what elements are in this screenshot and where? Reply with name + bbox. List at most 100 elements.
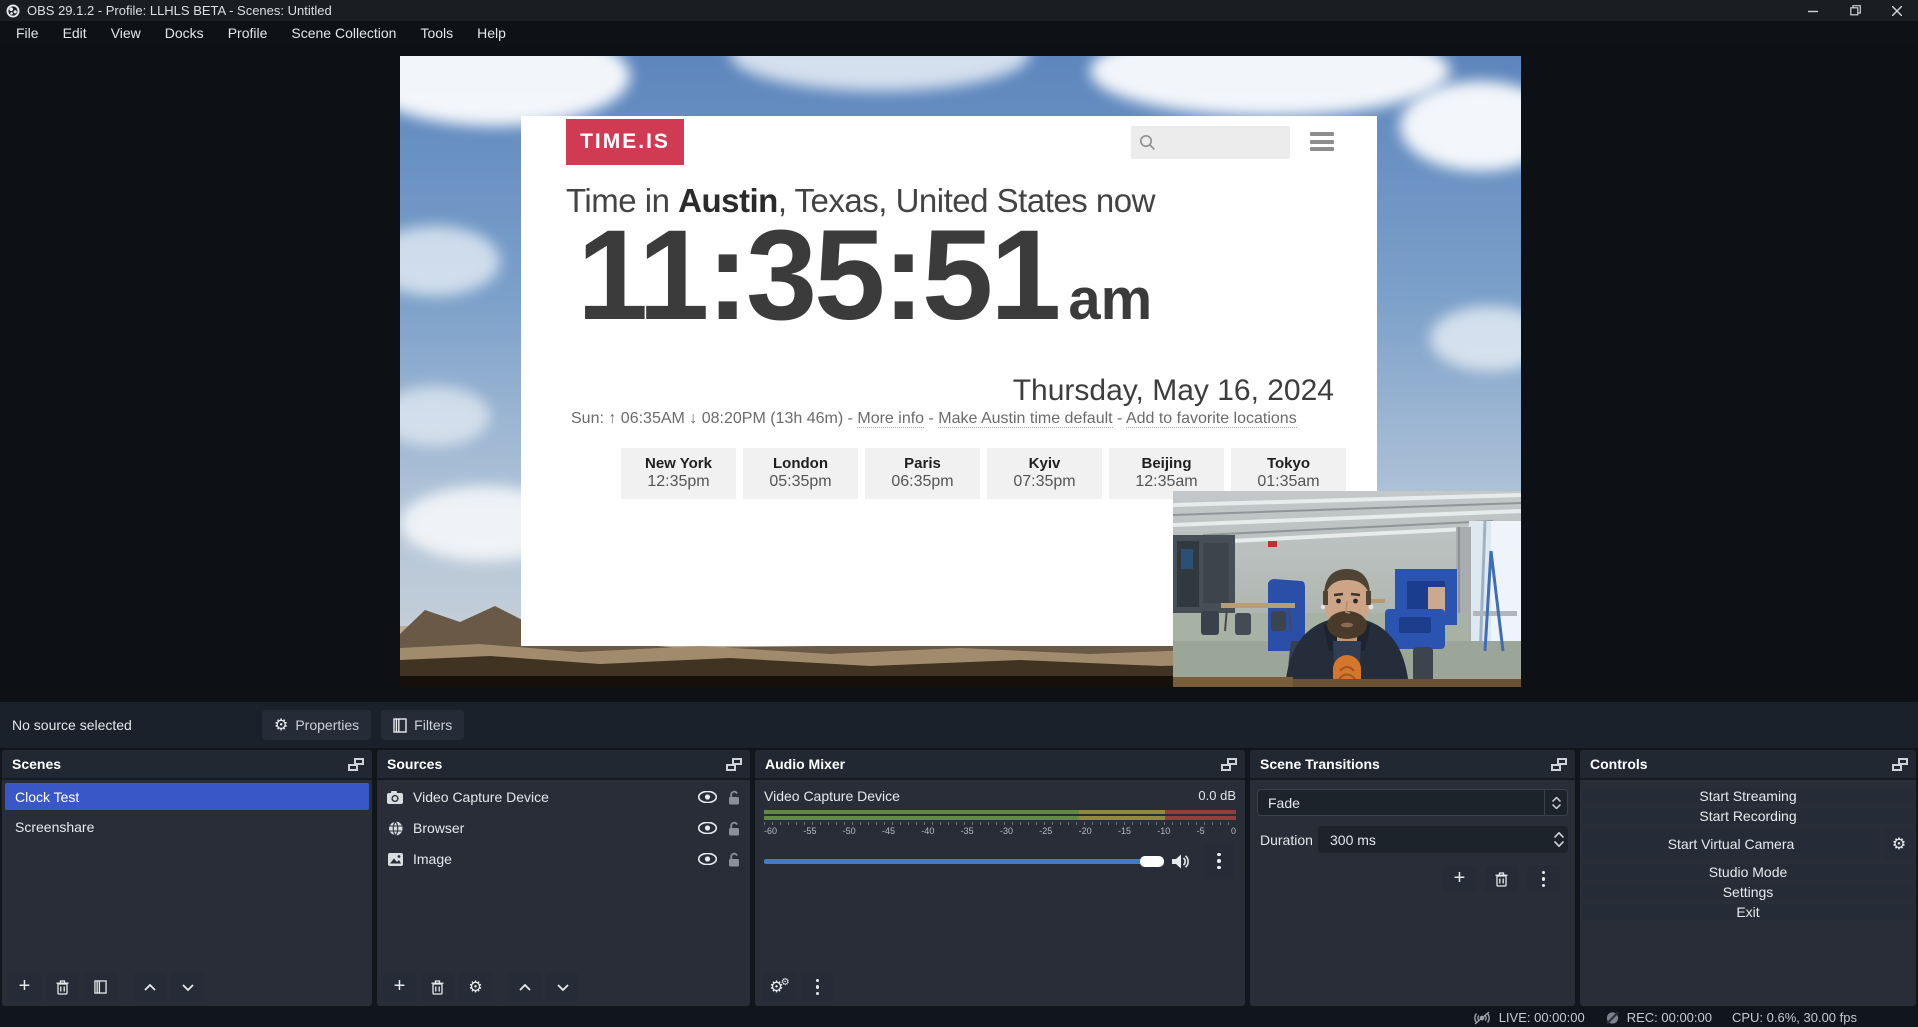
- city-clock[interactable]: Kyiv07:35pm: [987, 448, 1102, 499]
- mixer-menu-button[interactable]: [801, 973, 834, 1001]
- scene-transitions-panel: Scene Transitions Fade Duration 300 ms: [1250, 750, 1575, 1006]
- transition-select[interactable]: Fade: [1257, 789, 1568, 816]
- exit-button[interactable]: Exit: [1582, 904, 1914, 920]
- menu-edit[interactable]: Edit: [51, 21, 99, 46]
- visibility-eye-icon[interactable]: [698, 791, 717, 803]
- scene-filters-button[interactable]: [84, 973, 117, 1001]
- properties-button[interactable]: ⚙ Properties: [262, 710, 371, 740]
- timeis-logo[interactable]: TIME.IS: [566, 119, 684, 165]
- gear-icon: ⚙: [468, 979, 482, 995]
- add-transition-button[interactable]: +: [1443, 866, 1476, 892]
- volume-meter: -60-55-50-45-40-35-30-25-20-15-10-50: [764, 810, 1236, 836]
- speaker-icon[interactable]: [1172, 854, 1190, 869]
- start-virtual-camera-button[interactable]: Start Virtual Camera: [1582, 828, 1880, 860]
- menu-docks[interactable]: Docks: [153, 21, 216, 46]
- plus-icon: +: [394, 976, 406, 996]
- duration-input[interactable]: 300 ms: [1318, 826, 1568, 853]
- chevron-down-icon: [182, 984, 194, 991]
- virtual-camera-config-button[interactable]: ⚙: [1884, 828, 1914, 860]
- close-button[interactable]: [1876, 0, 1918, 21]
- controls-panel: Controls Start Streaming Start Recording…: [1580, 750, 1916, 1006]
- scene-item-screenshare[interactable]: Screenshare: [5, 813, 369, 840]
- add-favorite-link[interactable]: Add to favorite locations: [1126, 410, 1297, 428]
- sun-info-line: Sun: ↑ 06:35AM ↓ 08:20PM (13h 46m) - Mor…: [571, 410, 1334, 428]
- hamburger-menu-icon[interactable]: [1310, 132, 1334, 151]
- move-source-up-button[interactable]: [508, 973, 541, 1001]
- cloud: [1430, 306, 1521, 371]
- obs-window: OBS 29.1.2 - Profile: LLHLS BETA - Scene…: [0, 0, 1918, 1027]
- menu-scene-collection[interactable]: Scene Collection: [279, 21, 408, 46]
- search-input[interactable]: [1131, 126, 1290, 159]
- transition-select-arrows[interactable]: [1544, 790, 1567, 815]
- program-video[interactable]: TIME.IS Time in Austin, Texas, United St…: [400, 56, 1521, 687]
- studio-mode-button[interactable]: Studio Mode: [1582, 864, 1914, 880]
- menu-help[interactable]: Help: [465, 21, 518, 46]
- chevron-down-icon: [557, 984, 569, 991]
- current-date: Thursday, May 16, 2024: [1013, 374, 1334, 408]
- filters-button[interactable]: Filters: [381, 710, 464, 740]
- volume-slider-handle[interactable]: [1140, 856, 1164, 867]
- unlock-icon[interactable]: [728, 821, 740, 836]
- duration-spin-arrows[interactable]: [1554, 826, 1564, 853]
- scenes-title: Scenes: [12, 756, 61, 772]
- popout-dock-icon[interactable]: [1221, 758, 1237, 771]
- live-status: LIVE: 00:00:00: [1472, 1010, 1585, 1025]
- unlock-icon[interactable]: [728, 852, 740, 867]
- city-clock[interactable]: London05:35pm: [743, 448, 858, 499]
- filters-icon: [393, 718, 407, 733]
- city-clock[interactable]: Paris06:35pm: [865, 448, 980, 499]
- plus-icon: +: [19, 976, 31, 996]
- source-row-video-capture[interactable]: Video Capture Device: [377, 783, 750, 811]
- add-scene-button[interactable]: +: [8, 973, 41, 1001]
- popout-dock-icon[interactable]: [348, 758, 364, 771]
- remove-transition-button[interactable]: [1485, 866, 1518, 892]
- mixer-options-button[interactable]: [1204, 843, 1234, 879]
- trash-icon: [431, 980, 444, 995]
- visibility-eye-icon[interactable]: [698, 853, 717, 865]
- sources-title: Sources: [387, 756, 442, 772]
- popout-dock-icon[interactable]: [726, 758, 742, 771]
- more-info-link[interactable]: More info: [857, 410, 924, 428]
- move-scene-up-button[interactable]: [133, 973, 166, 1001]
- window-title: OBS 29.1.2 - Profile: LLHLS BETA - Scene…: [27, 3, 332, 18]
- chevron-up-icon: [144, 984, 156, 991]
- settings-button[interactable]: Settings: [1582, 884, 1914, 900]
- city-clock[interactable]: New York12:35pm: [621, 448, 736, 499]
- make-default-link[interactable]: Make Austin time default: [938, 410, 1112, 428]
- source-row-image[interactable]: Image: [377, 845, 750, 873]
- chevron-up-icon: [1554, 832, 1564, 838]
- cloud: [400, 226, 500, 296]
- transition-properties-button[interactable]: [1527, 866, 1560, 892]
- unlock-icon[interactable]: [728, 790, 740, 805]
- trash-icon: [56, 980, 69, 995]
- transitions-title: Scene Transitions: [1260, 756, 1380, 772]
- visibility-eye-icon[interactable]: [698, 822, 717, 834]
- preview-canvas[interactable]: TIME.IS Time in Austin, Texas, United St…: [0, 46, 1918, 702]
- menu-profile[interactable]: Profile: [216, 21, 280, 46]
- cpu-fps-status: CPU: 0.6%, 30.00 fps: [1732, 1010, 1857, 1025]
- popout-dock-icon[interactable]: [1892, 758, 1908, 771]
- advanced-audio-button[interactable]: ⚙⚙: [763, 973, 796, 1001]
- remove-scene-button[interactable]: [46, 973, 79, 1001]
- menu-file[interactable]: File: [4, 21, 51, 46]
- volume-slider[interactable]: [764, 855, 1164, 867]
- start-recording-button[interactable]: Start Recording: [1582, 808, 1914, 824]
- maximize-button[interactable]: [1834, 0, 1876, 21]
- broadcast-off-icon: [1472, 1011, 1492, 1025]
- record-off-icon: [1605, 1011, 1620, 1025]
- move-source-down-button[interactable]: [546, 973, 579, 1001]
- popout-dock-icon[interactable]: [1551, 758, 1567, 771]
- remove-source-button[interactable]: [421, 973, 454, 1001]
- move-scene-down-button[interactable]: [171, 973, 204, 1001]
- menu-tools[interactable]: Tools: [408, 21, 465, 46]
- scene-item-clock-test[interactable]: Clock Test: [5, 783, 369, 810]
- add-source-button[interactable]: +: [383, 973, 416, 1001]
- start-streaming-button[interactable]: Start Streaming: [1582, 788, 1914, 804]
- minimize-button[interactable]: [1792, 0, 1834, 21]
- selected-source-toolbar: No source selected ⚙ Properties Filters: [0, 702, 1918, 748]
- source-properties-button[interactable]: ⚙: [459, 973, 492, 1001]
- menu-view[interactable]: View: [99, 21, 153, 46]
- meter-scale: -60-55-50-45-40-35-30-25-20-15-10-50: [764, 826, 1236, 836]
- source-row-browser[interactable]: Browser: [377, 814, 750, 842]
- titlebar: OBS 29.1.2 - Profile: LLHLS BETA - Scene…: [0, 0, 1918, 21]
